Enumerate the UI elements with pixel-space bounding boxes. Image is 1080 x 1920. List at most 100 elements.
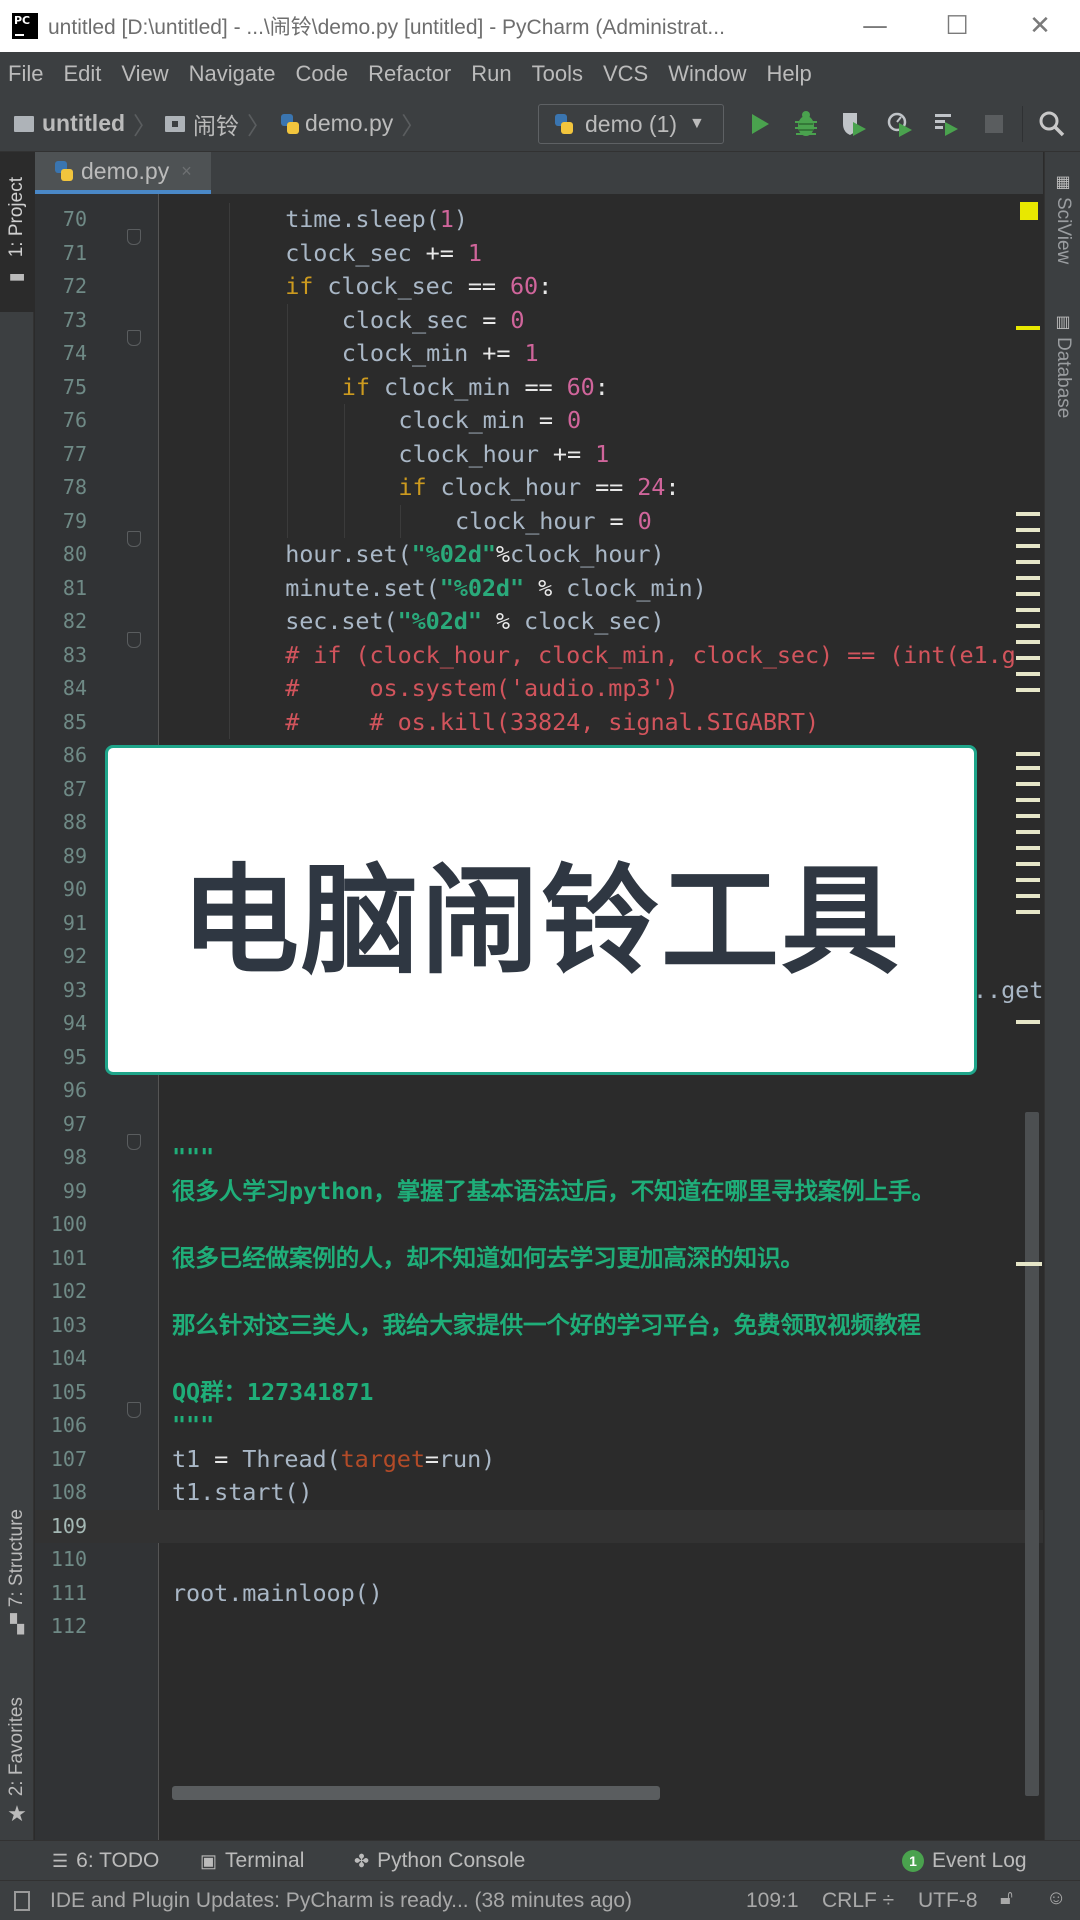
code-line[interactable]: 84 # os.system('audio.mp3') xyxy=(35,672,1043,706)
code-line[interactable]: 76 clock_min = 0 xyxy=(35,404,1043,438)
code-line[interactable]: 102 xyxy=(35,1275,1043,1309)
code-line[interactable]: 111 root.mainloop() xyxy=(35,1577,1043,1611)
menu-code[interactable]: Code xyxy=(296,61,349,87)
error-stripe-marker[interactable] xyxy=(1016,544,1040,548)
error-stripe-marker[interactable] xyxy=(1016,576,1040,580)
error-stripe-marker[interactable] xyxy=(1016,688,1040,692)
menu-vcs[interactable]: VCS xyxy=(603,61,648,87)
code-line[interactable]: 100 xyxy=(35,1208,1043,1242)
line-number[interactable]: 111 xyxy=(35,1577,87,1611)
line-number[interactable]: 86 xyxy=(35,739,87,773)
line-number[interactable]: 91 xyxy=(35,907,87,941)
error-stripe-marker[interactable] xyxy=(1016,910,1040,914)
error-stripe-marker[interactable] xyxy=(1016,766,1040,770)
close-button[interactable]: ✕ xyxy=(1020,8,1060,44)
code-line[interactable]: 77 clock_hour += 1 xyxy=(35,438,1043,472)
code-line[interactable]: 98 """ xyxy=(35,1141,1043,1175)
maximize-button[interactable]: ☐ xyxy=(937,8,977,44)
profile-button[interactable] xyxy=(884,108,916,140)
error-stripe-marker[interactable] xyxy=(1016,512,1040,516)
tool-tab-favorites[interactable]: 2: Favorites ★ xyxy=(0,1672,34,1852)
line-number[interactable]: 97 xyxy=(35,1108,87,1142)
line-number[interactable]: 80 xyxy=(35,538,87,572)
error-stripe-marker[interactable] xyxy=(1016,752,1040,756)
error-stripe-marker[interactable] xyxy=(1016,672,1040,676)
menu-window[interactable]: Window xyxy=(668,61,746,87)
error-stripe-marker[interactable] xyxy=(1016,814,1040,818)
error-stripe-marker[interactable] xyxy=(1016,656,1040,660)
line-number[interactable]: 99 xyxy=(35,1175,87,1209)
code-line[interactable]: 72 if clock_sec == 60: xyxy=(35,270,1043,304)
error-stripe-marker[interactable] xyxy=(1016,1020,1040,1024)
line-number[interactable]: 96 xyxy=(35,1074,87,1108)
line-number[interactable]: 74 xyxy=(35,337,87,371)
code-line[interactable]: 106 """ xyxy=(35,1409,1043,1443)
tool-tab-project[interactable]: ▬ 1: Project xyxy=(0,152,34,312)
code-line[interactable]: 109 xyxy=(35,1509,1043,1544)
warning-marker[interactable] xyxy=(1020,202,1038,220)
code-line[interactable]: 97 xyxy=(35,1108,1043,1142)
line-number[interactable]: 105 xyxy=(35,1376,87,1410)
line-number[interactable]: 98 xyxy=(35,1141,87,1175)
menu-run[interactable]: Run xyxy=(471,61,511,87)
run-button[interactable] xyxy=(744,108,776,140)
code-line[interactable]: 108 t1.start() xyxy=(35,1476,1043,1510)
error-stripe-marker[interactable] xyxy=(1016,624,1040,628)
line-number[interactable]: 109 xyxy=(35,1510,87,1544)
run-configuration-select[interactable]: demo (1) ▼ xyxy=(538,104,724,144)
code-line[interactable]: 74 clock_min += 1 xyxy=(35,337,1043,371)
line-number[interactable]: 87 xyxy=(35,773,87,807)
code-line[interactable]: 103 那么针对这三类人，我给大家提供一个好的学习平台，免费领取视频教程 xyxy=(35,1309,1043,1343)
minimize-button[interactable]: — xyxy=(855,8,895,44)
code-line[interactable]: 82 sec.set("%02d" % clock_sec) xyxy=(35,605,1043,639)
line-separator-select[interactable]: CRLF ÷ xyxy=(822,1889,894,1913)
breadcrumb-project[interactable]: untitled xyxy=(42,110,125,137)
line-number[interactable]: 103 xyxy=(35,1309,87,1343)
line-number[interactable]: 107 xyxy=(35,1443,87,1477)
menu-navigate[interactable]: Navigate xyxy=(189,61,276,87)
line-number[interactable]: 81 xyxy=(35,572,87,606)
fold-marker-icon[interactable] xyxy=(127,1402,141,1418)
horizontal-scrollbar[interactable] xyxy=(172,1786,660,1800)
fold-marker-icon[interactable] xyxy=(127,632,141,648)
search-everywhere-button[interactable] xyxy=(1036,108,1068,140)
encoding-select[interactable]: UTF-8 xyxy=(918,1889,978,1913)
menu-edit[interactable]: Edit xyxy=(63,61,101,87)
tool-tab-terminal[interactable]: ▣ Terminal xyxy=(200,1841,304,1881)
tool-tab-structure[interactable]: 7: Structure ▚ xyxy=(0,1482,34,1662)
code-line[interactable]: 70 time.sleep(1) xyxy=(35,203,1043,237)
error-stripe-marker[interactable] xyxy=(1016,592,1040,596)
tool-tab-sciview[interactable]: ▦ SciView xyxy=(1045,172,1080,264)
vertical-scrollbar[interactable] xyxy=(1025,1112,1039,1796)
menu-refactor[interactable]: Refactor xyxy=(368,61,451,87)
menu-tools[interactable]: Tools xyxy=(532,61,583,87)
warning-marker[interactable] xyxy=(1016,326,1040,330)
error-stripe-marker[interactable] xyxy=(1016,528,1040,532)
code-line[interactable]: 110 xyxy=(35,1543,1043,1577)
close-tab-icon[interactable]: × xyxy=(181,161,192,182)
line-number[interactable]: 90 xyxy=(35,873,87,907)
tool-tab-event-log[interactable]: 1 Event Log xyxy=(902,1841,1027,1881)
editor-tab-demo-py[interactable]: demo.py × xyxy=(35,152,211,194)
lock-icon[interactable]: 🔓︎ xyxy=(1000,1887,1013,1910)
line-number[interactable]: 79 xyxy=(35,505,87,539)
code-line[interactable]: 71 clock_sec += 1 xyxy=(35,237,1043,271)
error-stripe-marker[interactable] xyxy=(1016,846,1040,850)
error-stripe-marker[interactable] xyxy=(1016,862,1040,866)
caret-position-marker[interactable] xyxy=(1016,1262,1042,1266)
error-stripe-marker[interactable] xyxy=(1016,798,1040,802)
error-stripe-marker[interactable] xyxy=(1016,560,1040,564)
line-number[interactable]: 92 xyxy=(35,940,87,974)
line-number[interactable]: 85 xyxy=(35,706,87,740)
error-stripe-marker[interactable] xyxy=(1016,782,1040,786)
error-stripe-marker[interactable] xyxy=(1016,830,1040,834)
line-number[interactable]: 77 xyxy=(35,438,87,472)
fold-marker-icon[interactable] xyxy=(127,531,141,547)
line-number[interactable]: 110 xyxy=(35,1543,87,1577)
tool-tab-database[interactable]: ▥ Database xyxy=(1045,312,1080,418)
fold-marker-icon[interactable] xyxy=(127,330,141,346)
line-number[interactable]: 104 xyxy=(35,1342,87,1376)
line-number[interactable]: 72 xyxy=(35,270,87,304)
line-number[interactable]: 73 xyxy=(35,304,87,338)
line-number[interactable]: 100 xyxy=(35,1208,87,1242)
